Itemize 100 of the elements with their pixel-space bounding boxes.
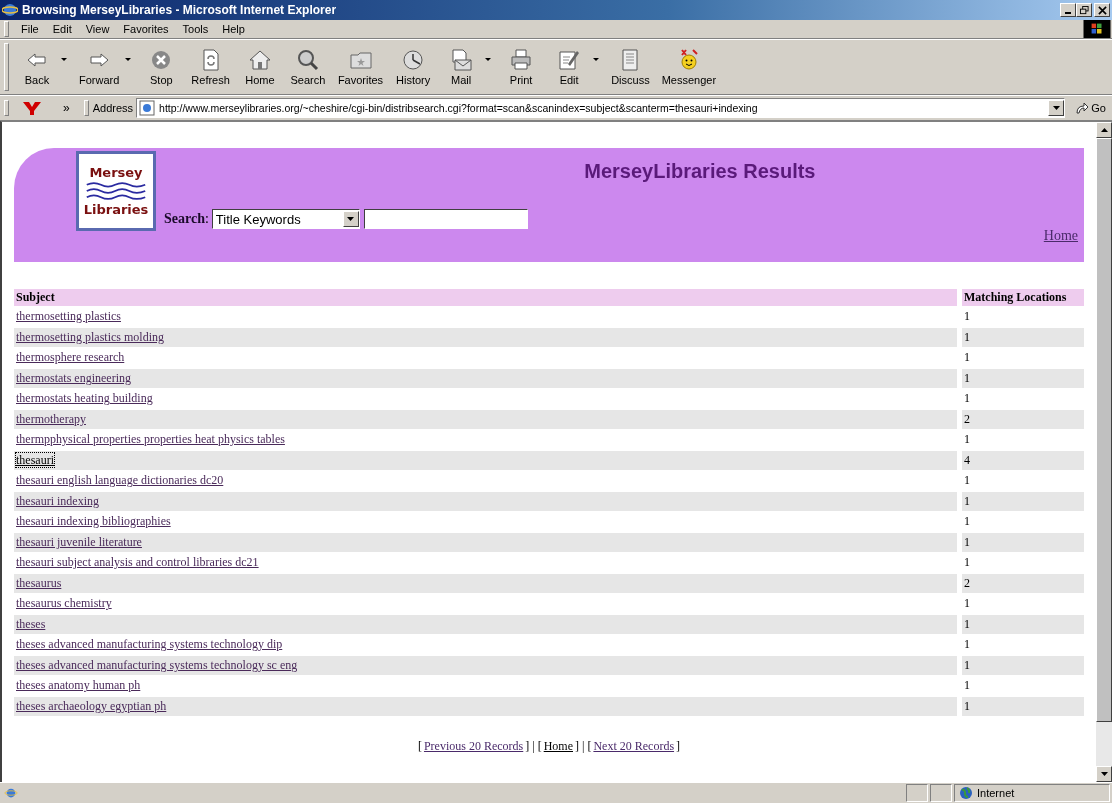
- scrollbar-thumb[interactable]: [1096, 138, 1112, 722]
- clock-icon: [401, 48, 426, 72]
- toolbar-chevron[interactable]: »: [63, 101, 70, 115]
- close-button[interactable]: [1094, 3, 1110, 17]
- home-icon: [247, 48, 272, 72]
- subject-link[interactable]: thermostats heating building: [16, 391, 153, 406]
- go-button[interactable]: Go: [1065, 101, 1112, 115]
- toolbar-button[interactable]: Refresh: [185, 46, 236, 88]
- toolbar-button[interactable]: Search: [283, 46, 332, 88]
- subject-link[interactable]: thesaurus: [16, 575, 62, 590]
- subject-link[interactable]: thesauri english language dictionaries dc20: [16, 473, 224, 488]
- restore-button[interactable]: [1076, 3, 1092, 17]
- close-icon: [1097, 5, 1107, 15]
- subject-link[interactable]: thesauri indexing: [16, 493, 99, 508]
- table-cell: 2: [964, 575, 970, 590]
- subject-link[interactable]: thesauri: [16, 452, 54, 467]
- caret-icon: [1100, 772, 1108, 776]
- toolbar-button[interactable]: Home: [235, 46, 284, 88]
- subject-link[interactable]: thermosetting plastics: [16, 309, 121, 324]
- menu-item[interactable]: File: [15, 23, 45, 35]
- globe-icon: [959, 786, 973, 800]
- table-cell: 1: [964, 309, 970, 324]
- pager-link[interactable]: Previous 20 Records: [423, 739, 524, 753]
- pager-link[interactable]: Next 20 Records: [593, 739, 675, 753]
- dropdown-arrow-icon[interactable]: [485, 58, 492, 62]
- subject-link[interactable]: thermostats engineering: [16, 370, 131, 385]
- subject-link[interactable]: thermpphysical properties properties heat physics tables: [16, 432, 285, 447]
- waves-icon: [85, 181, 147, 201]
- pager-separator: ] | [: [525, 739, 542, 753]
- subject-link[interactable]: thesauri indexing bibliographies: [16, 514, 171, 529]
- subject-link[interactable]: thesaurus chemistry: [16, 596, 112, 611]
- scroll-up-button[interactable]: [1096, 122, 1112, 138]
- toolbar-button[interactable]: Back: [13, 46, 61, 88]
- subject-link[interactable]: thermotherapy: [16, 411, 86, 426]
- caret-icon: [347, 217, 355, 221]
- table-cell: 1: [964, 596, 970, 611]
- menu-item[interactable]: View: [79, 23, 116, 35]
- subject-link[interactable]: theses anatomy human ph: [16, 678, 141, 693]
- logo-text: Mersey: [89, 165, 143, 180]
- table-cell: 1: [964, 370, 970, 385]
- table-cell: 2: [964, 411, 970, 426]
- subject-link[interactable]: thermosphere research: [16, 350, 125, 365]
- printer-icon: [509, 48, 534, 72]
- logo-text: Libraries: [83, 202, 149, 217]
- dropdown-button[interactable]: [1048, 100, 1065, 116]
- toolbar-button[interactable]: Mail: [437, 46, 486, 88]
- library-logo[interactable]: Mersey Libraries: [76, 151, 156, 231]
- table-cell: 1: [964, 657, 970, 672]
- table-cell: 1: [964, 637, 970, 652]
- home-link[interactable]: Home: [1043, 228, 1078, 244]
- table-cell: 1: [964, 329, 970, 344]
- table-cell: 1: [964, 678, 970, 693]
- subject-link[interactable]: thesauri subject analysis and control libraries dc21: [16, 555, 259, 570]
- minimize-button[interactable]: [1060, 3, 1076, 17]
- menu-item[interactable]: Tools: [176, 23, 215, 35]
- table-cell: 1: [964, 555, 970, 570]
- table-cell: 1: [964, 350, 970, 365]
- pager-separator: ] | [: [575, 739, 592, 753]
- column-header: Subject: [14, 289, 957, 306]
- dropdown-arrow-icon[interactable]: [593, 58, 600, 62]
- toolbar-button[interactable]: History: [389, 46, 438, 88]
- subject-link[interactable]: thermosetting plastics molding: [16, 329, 164, 344]
- window-title: Browsing MerseyLibraries - Microsoft Internet Explorer: [22, 3, 338, 17]
- subject-link[interactable]: thesauri juvenile literature: [16, 534, 142, 549]
- toolbar-button[interactable]: Print: [497, 46, 546, 88]
- table-cell: 1: [964, 432, 970, 447]
- toolbar-button[interactable]: Forward: [73, 46, 126, 88]
- table-cell: 1: [964, 514, 970, 529]
- browser-icon: [2, 2, 18, 18]
- menu-item[interactable]: Help: [216, 23, 251, 35]
- table-cell: 1: [964, 493, 970, 508]
- dropdown-button[interactable]: [342, 211, 359, 227]
- address-field[interactable]: http://www.merseylibraries.org/~cheshire/cgi-bin/distribsearch.cgi?format=scan&scanindex=subject&scanterm=thesauri+indexing: [136, 98, 1066, 118]
- search-type-dropdown[interactable]: Title Keywords: [211, 209, 360, 229]
- search-field[interactable]: [363, 209, 528, 229]
- search-label: Search: [164, 211, 205, 227]
- toolbar-button[interactable]: Edit: [545, 46, 594, 88]
- zone-label: Internet: [977, 787, 1015, 799]
- restore-icon: [1079, 5, 1089, 15]
- edit-icon: [557, 48, 582, 72]
- toolbar-button[interactable]: Messenger: [655, 46, 723, 88]
- dropdown-arrow-icon[interactable]: [61, 58, 67, 62]
- arrow-icon: [1075, 101, 1090, 115]
- toolbar-button[interactable]: Favorites: [331, 46, 390, 88]
- address-label: Address: [92, 102, 134, 114]
- caret-icon: [1052, 106, 1060, 110]
- subject-link[interactable]: theses advanced manufacturing systems technology dip: [16, 637, 283, 652]
- subject-link[interactable]: theses: [16, 616, 46, 631]
- up-caret-icon: [1100, 128, 1108, 132]
- table-cell: 4: [964, 452, 970, 467]
- pager-link[interactable]: Home: [543, 739, 573, 753]
- toolbar-button[interactable]: Discuss: [605, 46, 656, 88]
- status-pane: [930, 784, 952, 802]
- subject-link[interactable]: theses archaeology egyptian ph: [16, 698, 167, 713]
- toolbar-button[interactable]: Stop: [137, 46, 186, 88]
- page-heading: MerseyLibraries Results: [583, 160, 817, 183]
- dropdown-arrow-icon[interactable]: [125, 58, 132, 62]
- menu-item[interactable]: Favorites: [117, 23, 175, 35]
- menu-item[interactable]: Edit: [46, 23, 78, 35]
- scroll-down-button[interactable]: [1096, 766, 1112, 782]
